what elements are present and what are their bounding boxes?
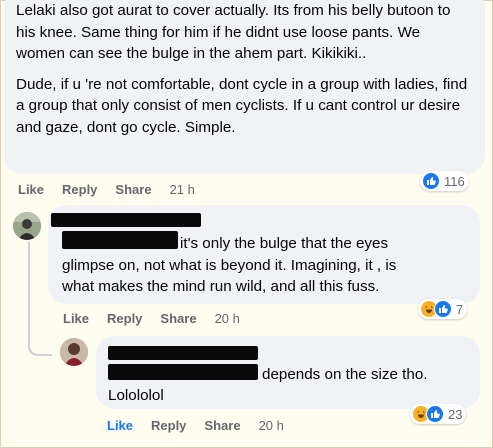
redacted-name <box>108 346 258 360</box>
like-button[interactable]: Like <box>18 182 44 197</box>
redacted-text <box>108 364 258 380</box>
comment-text-line: glimpse on, not what is beyond it. Imagi… <box>62 257 397 274</box>
timestamp[interactable]: 20 h <box>215 311 240 326</box>
comment-text-line: what makes the mind run wild, and all th… <box>62 278 380 295</box>
reaction-number: 7 <box>456 301 464 317</box>
like-icon <box>434 300 452 318</box>
reply-bubble: depends on the size tho. Lolololol <box>96 336 480 409</box>
avatar[interactable] <box>60 338 88 366</box>
comment-text-line: it's only the bulge that the eyes <box>180 235 389 252</box>
avatar[interactable] <box>13 212 41 240</box>
comment-actions: Like Reply Share 20 h <box>107 418 284 433</box>
comment-text-paragraph: Dude, if u 're not comfortable, dont cyc… <box>16 75 468 136</box>
share-button[interactable]: Share <box>115 182 151 197</box>
reply-bubble: it's only the bulge that the eyes glimps… <box>48 205 480 304</box>
timestamp[interactable]: 21 h <box>170 182 195 197</box>
like-icon <box>422 172 440 190</box>
reaction-count[interactable]: 7 <box>418 299 468 319</box>
reaction-number: 23 <box>448 406 463 422</box>
like-button[interactable]: Like <box>63 311 89 326</box>
share-button[interactable]: Share <box>204 418 240 433</box>
like-icon <box>426 405 444 423</box>
share-button[interactable]: Share <box>160 311 196 326</box>
reaction-number: 116 <box>444 173 465 189</box>
comment-actions: Like Reply Share 21 h <box>18 182 195 197</box>
comment-actions: Like Reply Share 20 h <box>63 311 240 326</box>
comment-text-line: depends on the size tho. <box>262 366 428 383</box>
thread-line <box>28 242 52 356</box>
redacted-text <box>62 231 178 249</box>
reaction-count[interactable]: 116 <box>420 171 469 191</box>
comment-text-line: Lolololol <box>108 387 164 404</box>
redacted-name <box>51 213 201 227</box>
reply-button[interactable]: Reply <box>151 418 186 433</box>
comment-bubble: Lelaki also got aurat to cover actually.… <box>4 0 485 174</box>
reaction-count[interactable]: 23 <box>410 404 467 424</box>
reply-button[interactable]: Reply <box>62 182 97 197</box>
timestamp[interactable]: 20 h <box>259 418 284 433</box>
like-button[interactable]: Like <box>107 418 133 433</box>
reply-button[interactable]: Reply <box>107 311 142 326</box>
comment-text-paragraph: Lelaki also got aurat to cover actually.… <box>16 2 451 63</box>
